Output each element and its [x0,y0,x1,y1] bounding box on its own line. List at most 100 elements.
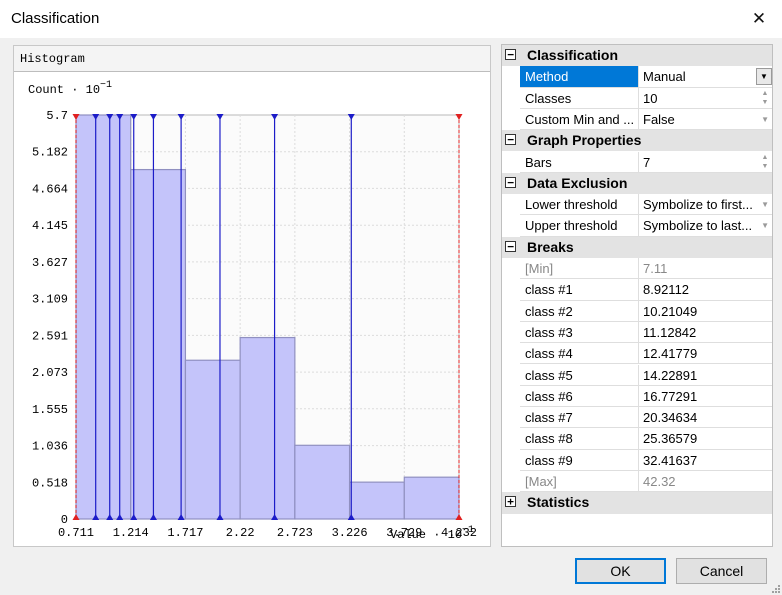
x-tick-label: 2.723 [277,526,313,540]
property-label: class #8 [520,428,639,450]
property-custom-min-max[interactable]: Custom Min and ... False ▼ [502,108,772,131]
count-axis-label-part: Count [28,83,64,97]
property-grid: − Classification Method Manual ▼ Classes … [501,44,773,547]
property-break-class-4[interactable]: class #4 12.41779 [502,343,772,365]
category-graph-properties[interactable]: − Graph Properties [502,130,772,152]
category-label: Graph Properties [527,132,642,149]
upper-threshold-select[interactable]: Symbolize to last... ▼ [639,215,772,237]
window-title: Classification [11,10,100,27]
histogram-bar [239,336,296,520]
property-method[interactable]: Method Manual ▼ [502,66,772,88]
histogram-bar [130,168,187,520]
property-break-class-3[interactable]: class #3 11.12842 [502,321,772,344]
property-value: False [643,111,675,127]
spin-down-icon[interactable]: ▼ [762,163,769,170]
property-upper-threshold[interactable]: Upper threshold Symbolize to last... ▼ [502,215,772,237]
chevron-down-icon[interactable]: ▼ [761,194,769,214]
property-label: class #2 [520,300,639,322]
property-break-max[interactable]: [Max] 42.32 [502,471,772,493]
break-value-field[interactable]: 25.36579 [639,428,772,450]
property-break-min[interactable]: [Min] 7.11 [502,258,772,280]
chevron-down-icon[interactable]: ▼ [761,109,769,129]
custom-min-max-select[interactable]: False ▼ [639,108,772,131]
property-break-class-7[interactable]: class #7 20.34634 [502,407,772,429]
category-statistics[interactable]: + Statistics [502,492,772,514]
property-break-class-1[interactable]: class #1 8.92112 [502,279,772,301]
spin-up-icon[interactable]: ▲ [762,90,769,97]
minus-box-icon[interactable]: − [505,134,516,146]
close-icon[interactable]: ✕ [736,0,782,38]
property-value: Symbolize to first... [643,197,753,213]
chevron-down-icon[interactable]: ▼ [756,68,772,86]
property-label: class #1 [520,279,639,301]
property-label: Upper threshold [520,215,639,237]
ok-button[interactable]: OK [575,558,666,584]
break-value-field[interactable]: 12.41779 [639,343,772,365]
histogram-bar [348,481,405,520]
chevron-down-icon[interactable]: ▼ [761,215,769,235]
break-value-field[interactable]: 14.22891 [639,364,772,386]
y-tick-label: 0.518 [32,476,68,490]
property-value: 7 [643,154,651,170]
property-classes[interactable]: Classes 10 ▲ ▼ [502,87,772,109]
property-break-class-5[interactable]: class #5 14.22891 [502,364,772,386]
category-data-exclusion[interactable]: − Data Exclusion [502,172,772,195]
property-break-class-9[interactable]: class #9 32.41637 [502,449,772,471]
histogram-header: Histogram [14,46,490,72]
property-label: Lower threshold [520,194,639,216]
break-value-field[interactable]: 10.21049 [639,300,772,322]
break-value-field[interactable]: 32.41637 [639,449,772,471]
count-axis-label-part: · [64,83,86,97]
y-tick-label: 3.109 [32,293,68,307]
minus-box-icon[interactable]: − [505,176,516,188]
plus-box-icon[interactable]: + [505,496,516,508]
property-bars[interactable]: Bars 7 ▲ ▼ [502,151,772,173]
property-break-class-2[interactable]: class #2 10.21049 [502,300,772,322]
property-label: [Max] [520,471,639,493]
break-value-field[interactable]: 11.12842 [639,321,772,344]
count-axis-label-part: 10 [86,83,100,97]
minus-box-icon[interactable]: − [505,240,516,252]
bars-spinner[interactable]: 7 ▲ ▼ [639,151,772,173]
category-classification[interactable]: − Classification [502,45,772,67]
y-tick-label: 2.591 [32,329,68,343]
category-breaks[interactable]: − Breaks [502,236,772,258]
x-tick-label: 1.717 [167,526,203,540]
spin-down-icon[interactable]: ▼ [762,99,769,106]
break-value-field[interactable]: 16.77291 [639,385,772,408]
property-label: class #9 [520,449,639,471]
resize-grip-icon[interactable] [770,583,780,593]
y-tick-label: 4.145 [32,219,68,233]
y-tick-label: 5.182 [32,146,68,160]
property-label: class #6 [520,385,639,408]
histogram-chart[interactable]: 0.711 1.214 1.717 2.22 2.723 3.226 3.729 4.2320… [14,73,490,547]
property-label: class #4 [520,343,639,365]
property-lower-threshold[interactable]: Lower threshold Symbolize to first... ▼ [502,194,772,216]
method-select[interactable]: Manual ▼ [639,66,772,88]
property-value: 7.11 [639,258,772,280]
property-break-class-6[interactable]: class #6 16.77291 [502,385,772,408]
cancel-button[interactable]: Cancel [676,558,767,584]
classes-spinner[interactable]: 10 ▲ ▼ [639,87,772,109]
value-axis-label-part: Value [390,528,426,542]
minus-box-icon[interactable]: − [505,49,516,60]
property-label: Custom Min and ... [520,108,639,131]
lower-threshold-select[interactable]: Symbolize to first... ▼ [639,194,772,216]
value-axis-label-part: · [426,528,448,542]
break-value-field[interactable]: 8.92112 [639,279,772,301]
property-label: [Min] [520,258,639,280]
spin-arrows-icon[interactable]: ▲ ▼ [759,89,771,108]
histogram-title: Histogram [20,52,85,66]
break-value-field[interactable]: 20.34634 [639,407,772,429]
property-label: class #3 [520,321,639,344]
spin-up-icon[interactable]: ▲ [762,154,769,161]
property-label: Bars [520,151,639,173]
property-value: 10 [643,90,658,106]
spin-arrows-icon[interactable]: ▲ ▼ [759,153,771,172]
y-tick-label: 2.073 [32,366,68,380]
category-label: Data Exclusion [527,174,628,191]
property-break-class-8[interactable]: class #8 25.36579 [502,428,772,450]
histogram-bar [75,114,132,520]
property-label: class #5 [520,364,639,386]
category-label: Breaks [527,238,574,255]
